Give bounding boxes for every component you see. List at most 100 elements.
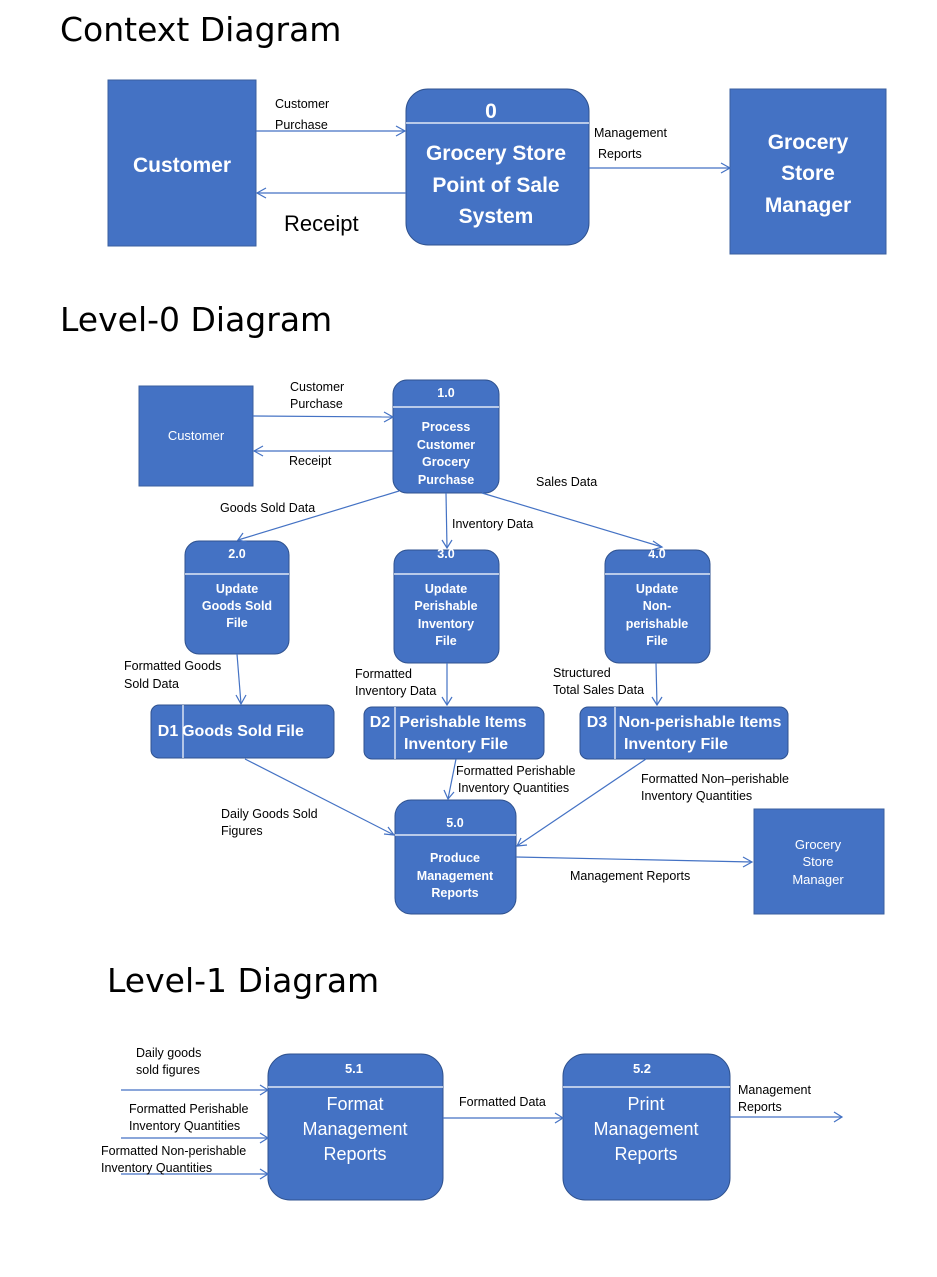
flow-label: Inventory Data	[452, 517, 533, 531]
level0-flow-customer-purchase[interactable]	[252, 411, 395, 423]
level0-process-3-0[interactable]: 3.0 Update Perishable Inventory File	[393, 547, 500, 664]
process-line: Format	[326, 1094, 383, 1114]
store-id: D2	[370, 714, 391, 731]
process-line: Goods Sold	[202, 599, 272, 613]
context-manager-line: Store	[781, 162, 835, 185]
level0-manager-line: Grocery	[795, 837, 842, 852]
flow-label: Inventory Quantities	[101, 1161, 212, 1175]
flow-label: Formatted Non-perishable	[101, 1144, 246, 1158]
process-line: Reports	[431, 886, 478, 900]
process-line: Management	[302, 1119, 407, 1139]
context-process-0[interactable]: 0 Grocery Store Point of Sale System	[405, 88, 590, 246]
flow-label: Inventory Quantities	[641, 789, 752, 803]
context-diagram-title: Context Diagram	[60, 10, 341, 49]
context-flow-receipt[interactable]	[255, 187, 406, 199]
store-label: Non-perishable Items	[619, 714, 782, 731]
level0-process-4-0[interactable]: 4.0 Update Non- perishable File	[604, 547, 711, 664]
flow-label: Receipt	[289, 454, 332, 468]
level0-process-2-0[interactable]: 2.0 Update Goods Sold File	[184, 540, 290, 655]
level1-flow-formatted-perishable[interactable]	[121, 1132, 270, 1144]
process-id: 5.1	[345, 1061, 363, 1076]
context-process-id: 0	[485, 100, 497, 123]
store-label: Perishable Items	[399, 714, 526, 731]
process-line: Produce	[430, 851, 480, 865]
process-id: 5.0	[446, 816, 463, 830]
flow-label: Figures	[221, 824, 263, 838]
level0-flow-formatted-perishable-qty[interactable]	[443, 758, 457, 801]
context-manager-line: Grocery	[768, 131, 849, 154]
process-line: Management	[417, 869, 494, 883]
context-customer-label: Customer	[133, 154, 231, 177]
level1-process-5-2[interactable]: 5.2 Print Management Reports	[562, 1053, 731, 1201]
store-id: D3	[587, 714, 608, 731]
flow-label: Formatted Perishable	[129, 1102, 249, 1116]
level1-diagram-title: Level-1 Diagram	[107, 961, 379, 1000]
level0-store-d3[interactable]: D3 Non-perishable Items Inventory File	[579, 706, 789, 760]
flow-label: Structured	[553, 666, 611, 680]
process-id: 1.0	[437, 386, 454, 400]
flow-label: Management Reports	[570, 869, 690, 883]
process-line: Reports	[614, 1144, 677, 1164]
level0-manager-entity[interactable]: Grocery Store Manager	[753, 808, 885, 915]
process-line: Perishable	[414, 599, 477, 613]
level0-process-5-0[interactable]: 5.0 Produce Management Reports	[394, 799, 517, 915]
flow-label: Daily goods	[136, 1046, 201, 1060]
process-line: Management	[593, 1119, 698, 1139]
process-line: Reports	[323, 1144, 386, 1164]
level0-customer-label: Customer	[168, 428, 225, 443]
store-label: Inventory File	[404, 736, 508, 753]
flow-label: Formatted	[355, 667, 412, 681]
context-manager-entity[interactable]: Grocery Store Manager	[729, 88, 887, 255]
process-line: Customer	[417, 438, 475, 452]
flow-label: Inventory Quantities	[129, 1119, 240, 1133]
process-line: Non-	[643, 599, 671, 613]
context-process-line: Grocery Store	[426, 142, 566, 165]
flow-label: Purchase	[290, 397, 343, 411]
level1-process-5-1[interactable]: 5.1 Format Management Reports	[267, 1053, 444, 1201]
flow-label: Formatted Perishable	[456, 764, 576, 778]
level0-flow-goods-sold-data[interactable]	[236, 490, 400, 543]
process-line: File	[435, 634, 457, 648]
level0-flow-management-reports[interactable]	[515, 856, 754, 868]
level0-process-1-0[interactable]: 1.0 Process Customer Grocery Purchase	[392, 379, 500, 494]
flow-label: Sold Data	[124, 677, 179, 691]
flow-label: Inventory Quantities	[458, 781, 569, 795]
level0-store-d1[interactable]: D1 Goods Sold File	[150, 704, 335, 759]
level0-store-d2[interactable]: D2 Perishable Items Inventory File	[363, 706, 545, 760]
context-flow-label: Management	[594, 126, 667, 140]
process-line: Print	[627, 1094, 664, 1114]
level1-flow-daily-goods[interactable]	[121, 1084, 270, 1096]
process-line: File	[646, 634, 668, 648]
flow-label: sold figures	[136, 1063, 200, 1077]
flow-label: Formatted Goods	[124, 659, 221, 673]
process-id: 2.0	[228, 547, 245, 561]
flow-label: Reports	[738, 1100, 782, 1114]
level0-flow-formatted-inventory[interactable]	[441, 663, 453, 707]
flow-label: Total Sales Data	[553, 683, 644, 697]
store-label: Inventory File	[624, 736, 728, 753]
level0-diagram-title: Level-0 Diagram	[60, 300, 332, 339]
context-flow-label: Reports	[598, 147, 642, 161]
context-flow-label: Customer	[275, 97, 329, 111]
level0-customer-entity[interactable]: Customer	[138, 385, 254, 487]
process-line: Inventory	[418, 617, 474, 631]
flow-label: Customer	[290, 380, 344, 394]
process-line: perishable	[626, 617, 689, 631]
context-flow-label: Receipt	[284, 211, 359, 236]
flow-label: Goods Sold Data	[220, 501, 315, 515]
level0-flow-daily-goods-sold[interactable]	[244, 758, 396, 836]
context-process-line: System	[459, 205, 534, 228]
level0-flow-inventory-data[interactable]	[441, 492, 453, 550]
level0-flow-formatted-goods-sold[interactable]	[235, 653, 247, 706]
context-customer-entity[interactable]: Customer	[107, 79, 257, 247]
flow-label: Inventory Data	[355, 684, 436, 698]
level1-flow-formatted-data[interactable]	[443, 1112, 565, 1124]
dfd-canvas: Context Diagram Customer 0 Grocery Store…	[60, 10, 887, 1201]
level0-manager-line: Store	[802, 854, 833, 869]
context-flow-management-reports[interactable]	[589, 162, 732, 174]
context-process-line: Point of Sale	[432, 174, 559, 197]
level0-manager-line: Manager	[792, 872, 844, 887]
level0-flow-structured-total-sales[interactable]	[651, 662, 663, 707]
process-line: Purchase	[418, 473, 474, 487]
process-id: 5.2	[633, 1061, 651, 1076]
